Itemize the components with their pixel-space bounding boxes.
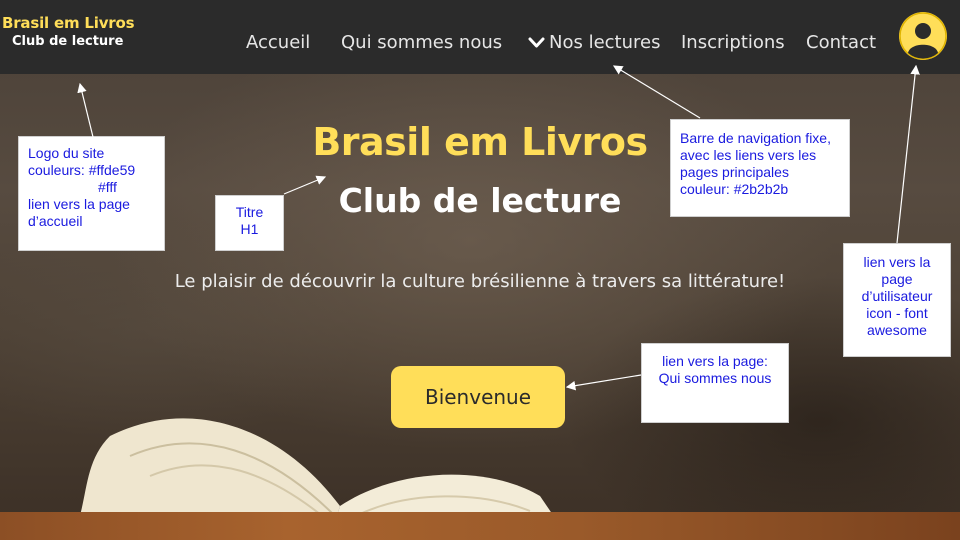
annotation-navbar: Barre de navigation fixe, avec les liens… <box>670 119 850 217</box>
annotation-cta: lien vers la page: Qui sommes nous <box>641 343 789 423</box>
annotation-navbar-line: Barre de navigation fixe, <box>680 130 831 146</box>
annotation-logo-line: lien vers la page <box>28 196 130 212</box>
welcome-button[interactable]: Bienvenue <box>391 366 565 428</box>
nav-link-readings[interactable]: Nos lectures <box>549 32 660 54</box>
annotation-user-line: awesome <box>867 322 927 338</box>
nav-link-about[interactable]: Qui sommes nous <box>341 32 502 54</box>
navbar: Brasil em Livros Club de lecture Accueil… <box>0 0 960 74</box>
annotation-user-line: icon - font <box>866 305 928 321</box>
annotation-title: Titre H1 <box>215 195 284 251</box>
annotation-logo-line: Logo du site <box>28 145 105 161</box>
nav-link-home[interactable]: Accueil <box>246 32 310 54</box>
annotation-user-line: page <box>881 271 913 287</box>
wooden-floor <box>0 512 960 540</box>
annotation-cta-line: lien vers la page: <box>662 353 768 369</box>
annotation-navbar-line: couleur: #2b2b2b <box>680 181 789 197</box>
hero-tagline: Le plaisir de découvrir la culture brési… <box>174 271 786 292</box>
annotation-title-line: H1 <box>240 221 259 237</box>
annotation-title-line: Titre <box>235 204 264 220</box>
chevron-down-icon[interactable] <box>528 37 545 49</box>
logo-title: Brasil em Livros <box>2 14 135 32</box>
annotation-navbar-line: pages principales <box>680 164 789 180</box>
site-logo[interactable]: Brasil em Livros Club de lecture <box>2 14 142 51</box>
annotation-cta-line: Qui sommes nous <box>658 370 772 386</box>
annotation-user-line: lien vers la <box>863 254 931 270</box>
user-profile-link[interactable] <box>899 12 947 60</box>
nav-link-signup[interactable]: Inscriptions <box>681 32 785 54</box>
annotation-user: lien vers la page d’utilisateur icon - f… <box>843 243 951 357</box>
annotation-logo-line: d’accueil <box>28 213 83 229</box>
annotation-user-line: d’utilisateur <box>861 288 933 304</box>
nav-link-contact[interactable]: Contact <box>806 32 876 54</box>
user-circle-icon <box>899 12 947 60</box>
annotation-logo-line: couleurs: #ffde59 <box>28 162 136 178</box>
logo-subtitle: Club de lecture <box>12 34 124 49</box>
annotation-logo: Logo du site couleurs: #ffde59 #fff lien… <box>18 136 165 251</box>
annotation-logo-line: #fff <box>98 179 117 195</box>
annotation-navbar-line: avec les liens vers les <box>680 147 817 163</box>
